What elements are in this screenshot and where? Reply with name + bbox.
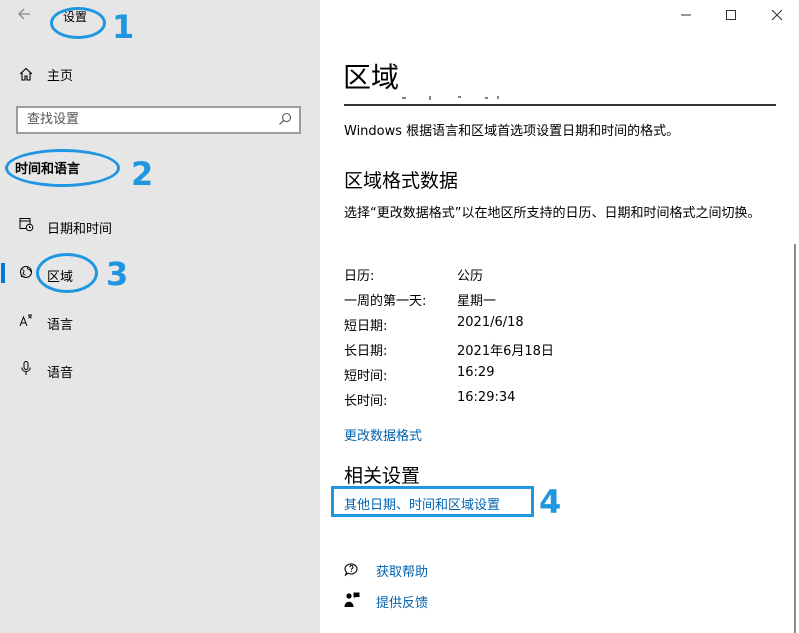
sidebar-item-date-time[interactable]: 日期和时间 <box>0 207 320 243</box>
related-settings-heading: 相关设置 <box>344 465 421 487</box>
page-title: 区域 <box>343 61 400 94</box>
annotation-number-2: 2 <box>131 155 154 193</box>
regional-format-heading: 区域格式数据 <box>344 170 459 192</box>
give-feedback-link[interactable]: 提供反馈 <box>376 592 428 611</box>
help-icon <box>343 560 361 578</box>
sidebar: 设置 主页 时间和语言 日期和时间 区域 语言 <box>0 0 320 633</box>
back-arrow-icon[interactable] <box>16 6 34 24</box>
close-button[interactable] <box>767 7 787 27</box>
annotation-rect-4 <box>331 486 534 517</box>
language-icon <box>17 312 35 330</box>
sidebar-item-speech[interactable]: 语音 <box>0 351 320 387</box>
globe-icon <box>17 264 35 282</box>
format-key-long-date: 长日期: <box>344 344 388 359</box>
search-input[interactable] <box>27 112 267 127</box>
search-icon[interactable] <box>277 111 293 127</box>
annotation-number-3: 3 <box>106 255 129 293</box>
annotation-number-1: 1 <box>112 8 135 46</box>
format-key-calendar: 日历: <box>344 269 375 284</box>
sidebar-item-label: 语言 <box>47 318 74 333</box>
format-key-short-date: 短日期: <box>344 319 388 334</box>
sidebar-item-home[interactable]: 主页 <box>0 56 320 92</box>
home-icon <box>17 66 35 84</box>
divider <box>344 104 776 106</box>
clipped-preview-marks <box>402 96 499 100</box>
feedback-icon <box>343 591 361 609</box>
annotation-ellipse-1 <box>50 7 106 39</box>
format-value-long-time: 16:29:34 <box>457 390 516 405</box>
change-data-format-link[interactable]: 更改数据格式 <box>344 425 422 444</box>
sidebar-item-label: 日期和时间 <box>47 222 113 237</box>
search-box[interactable] <box>16 106 301 134</box>
get-help-link[interactable]: 获取帮助 <box>376 561 428 580</box>
minimize-button[interactable] <box>676 7 696 27</box>
sidebar-item-language[interactable]: 语言 <box>0 303 320 339</box>
format-key-first-day: 一周的第一天: <box>344 294 427 309</box>
maximize-button[interactable] <box>721 7 741 27</box>
annotation-number-4: 4 <box>539 483 562 521</box>
scrollbar[interactable] <box>794 244 796 633</box>
microphone-icon <box>17 360 35 378</box>
format-value-calendar: 公历 <box>457 269 484 284</box>
annotation-ellipse-2 <box>5 149 120 187</box>
format-value-first-day: 星期一 <box>457 294 497 309</box>
format-key-long-time: 长时间: <box>344 394 388 409</box>
sidebar-item-label: 语音 <box>47 366 74 381</box>
annotation-ellipse-3 <box>36 253 98 293</box>
region-description: Windows 根据语言和区域首选项设置日期和时间的格式。 <box>344 124 680 139</box>
format-value-short-time: 16:29 <box>457 365 495 380</box>
regional-format-description: 选择“更改数据格式”以在地区所支持的日历、日期和时间格式之间切换。 <box>344 206 761 221</box>
calendar-clock-icon <box>17 216 35 234</box>
format-value-long-date: 2021年6月18日 <box>457 344 554 359</box>
format-key-short-time: 短时间: <box>344 369 388 384</box>
sidebar-item-label: 主页 <box>47 69 74 84</box>
format-value-short-date: 2021/6/18 <box>457 315 524 330</box>
